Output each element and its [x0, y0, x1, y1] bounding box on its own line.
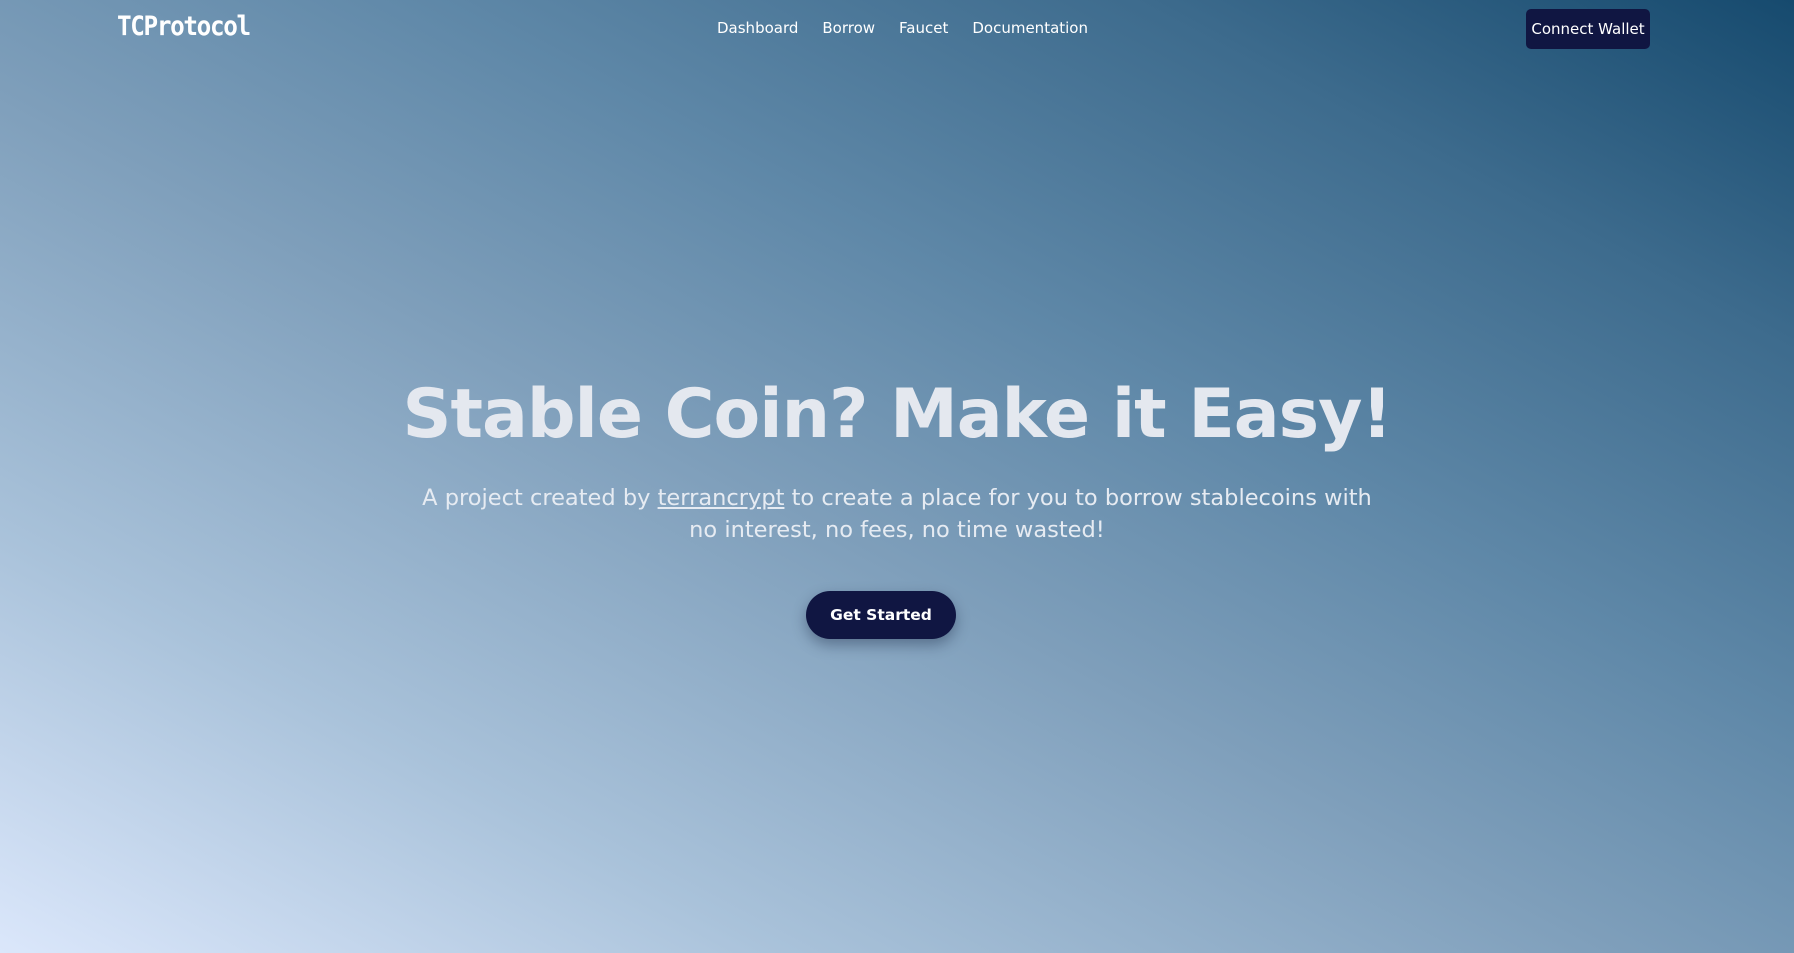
hero-subtitle-intro: A project created by	[422, 485, 658, 511]
get-started-button[interactable]: Get Started	[806, 591, 956, 639]
nav-link-documentation[interactable]: Documentation	[972, 19, 1088, 37]
logo[interactable]: TCProtocol	[117, 11, 251, 42]
hero-subtitle-rest: to create a place for you to borrow stab…	[689, 485, 1372, 543]
hero-subtitle: A project created by terrancrypt to crea…	[417, 482, 1377, 546]
hero-title: Stable Coin? Make it Easy!	[402, 375, 1393, 454]
hero-section: Stable Coin? Make it Easy! A project cre…	[0, 370, 1794, 546]
nav-link-borrow[interactable]: Borrow	[822, 19, 875, 37]
nav-link-dashboard[interactable]: Dashboard	[717, 19, 798, 37]
author-link[interactable]: terrancrypt	[658, 485, 785, 511]
nav-links: Dashboard Borrow Faucet Documentation	[717, 19, 1112, 37]
nav-link-faucet[interactable]: Faucet	[899, 19, 948, 37]
navbar: TCProtocol Dashboard Borrow Faucet Docum…	[0, 0, 1794, 60]
connect-wallet-button[interactable]: Connect Wallet	[1526, 9, 1650, 49]
